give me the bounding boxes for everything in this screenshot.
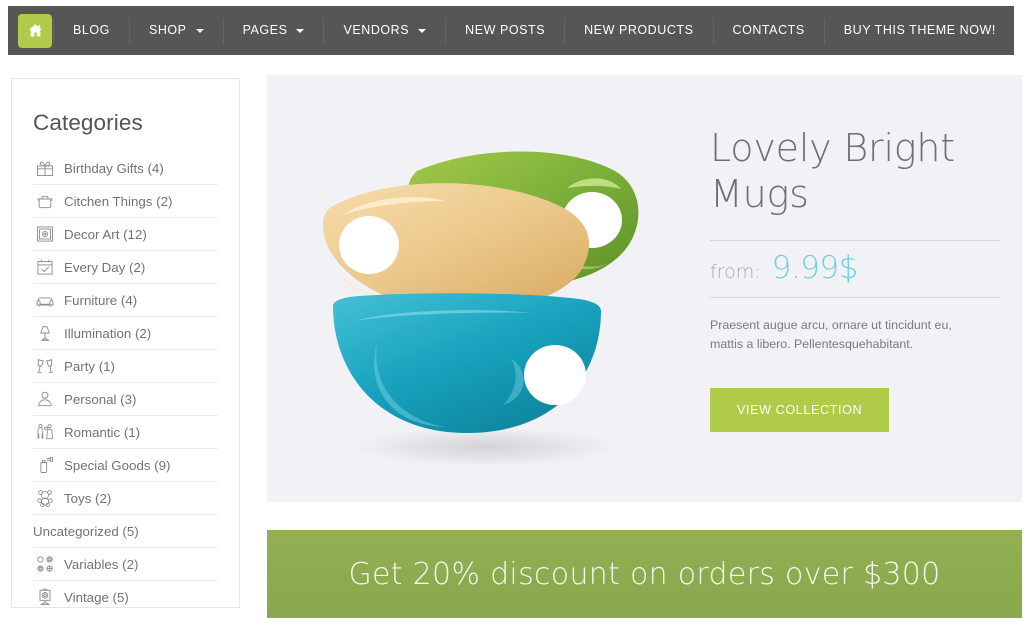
category-label: Furniture (4) [64,292,138,308]
nav-item-contacts[interactable]: CONTACTS [714,6,824,55]
category-item-illumination[interactable]: Illumination (2) [33,317,218,350]
nav-item-new-products[interactable]: NEW PRODUCTS [565,6,712,55]
category-label: Illumination (2) [64,325,152,341]
category-label: Decor Art (12) [64,226,147,242]
category-item-every-day[interactable]: Every Day (2) [33,251,218,284]
category-label: Citchen Things (2) [64,193,173,209]
pot-icon [33,189,57,213]
main-navigation: BLOG SHOP PAGES VENDORS NEW POSTS NEW PR… [8,6,1014,55]
category-label: Personal (3) [64,391,137,407]
nav-item-label: BUY THIS THEME NOW! [843,23,996,37]
content-area: Categories Birthday Gifts (4) Citchen Th… [0,55,1024,618]
spray-can-icon [33,453,57,477]
chevron-down-icon [418,28,427,33]
product-price-row: from: 9.99$ [710,240,1000,298]
category-label: Every Day (2) [64,259,146,275]
nav-item-label: VENDORS [343,23,410,37]
nav-item-label: CONTACTS [732,23,805,37]
category-label: Vintage (5) [64,589,129,605]
home-icon [27,22,44,39]
category-item-decor-art[interactable]: Decor Art (12) [33,218,218,251]
table-lamp-icon [33,321,57,345]
category-label: Toys (2) [64,490,112,506]
discount-banner[interactable]: Get 20% discount on orders over $300 [267,530,1022,618]
nav-item-pages[interactable]: PAGES [224,6,324,55]
category-item-citchen-things[interactable]: Citchen Things (2) [33,185,218,218]
categories-sidebar: Categories Birthday Gifts (4) Citchen Th… [11,78,240,608]
discount-banner-text: Get 20% discount on orders over $300 [348,556,941,592]
nav-item-label: NEW POSTS [465,23,546,37]
category-item-romantic[interactable]: Romantic (1) [33,416,218,449]
nav-item-label: NEW PRODUCTS [584,23,694,37]
sofa-icon [33,288,57,312]
product-info: Lovely Bright Mugs from: 9.99$ Praesent … [710,125,1000,433]
sidebar-title: Categories [33,110,143,135]
person-icon [33,387,57,411]
cheers-glasses-icon [33,354,57,378]
nav-item-label: SHOP [148,23,187,37]
nav-item-buy-theme[interactable]: BUY THIS THEME NOW! [825,6,1015,55]
chevron-down-icon [296,28,305,33]
view-collection-button[interactable]: VIEW COLLECTION [710,388,890,433]
couple-icon [33,420,57,444]
category-item-variables[interactable]: Variables (2) [33,548,218,581]
page-root: BLOG SHOP PAGES VENDORS NEW POSTS NEW PR… [0,0,1024,618]
category-item-vintage[interactable]: Vintage (5) [33,581,218,613]
category-label: Uncategorized (5) [33,523,139,539]
category-item-toys[interactable]: Toys (2) [33,482,218,515]
product-description: Praesent augue arcu, ornare ut tincidunt… [710,318,952,351]
home-button[interactable] [18,13,52,48]
teddy-bear-icon [33,486,57,510]
nav-item-label: PAGES [242,23,288,37]
color-swatches-icon [33,552,57,576]
nav-item-blog[interactable]: BLOG [54,6,129,55]
category-label: Variables (2) [64,556,139,572]
nav-item-label: BLOG [73,23,110,37]
nav-item-new-posts[interactable]: NEW POSTS [446,6,564,55]
calendar-check-icon [33,255,57,279]
nav-item-shop[interactable]: SHOP [130,6,223,55]
category-item-special-goods[interactable]: Special Goods (9) [33,449,218,482]
category-label: Special Goods (9) [64,457,171,473]
category-item-furniture[interactable]: Furniture (4) [33,284,218,317]
category-item-personal[interactable]: Personal (3) [33,383,218,416]
category-item-birthday-gifts[interactable]: Birthday Gifts (4) [33,152,218,185]
gift-icon [33,156,57,180]
product-title: Lovely Bright Mugs [710,126,955,216]
price-prefix-label: from: [710,261,761,283]
category-label: Birthday Gifts (4) [64,160,164,176]
featured-product-panel: Lovely Bright Mugs from: 9.99$ Praesent … [267,75,1022,502]
nav-item-vendors[interactable]: VENDORS [324,6,445,55]
framed-picture-icon [33,222,57,246]
category-label: Party (1) [64,358,115,374]
category-label: Romantic (1) [64,424,141,440]
price-value: 9.99$ [771,250,859,286]
chevron-down-icon [195,28,204,33]
category-item-uncategorized[interactable]: Uncategorized (5) [33,515,218,548]
category-item-party[interactable]: Party (1) [33,350,218,383]
category-list: Birthday Gifts (4) Citchen Things (2) De… [33,152,218,613]
stacked-mugs-image [267,75,707,502]
vintage-camera-icon [33,585,57,609]
